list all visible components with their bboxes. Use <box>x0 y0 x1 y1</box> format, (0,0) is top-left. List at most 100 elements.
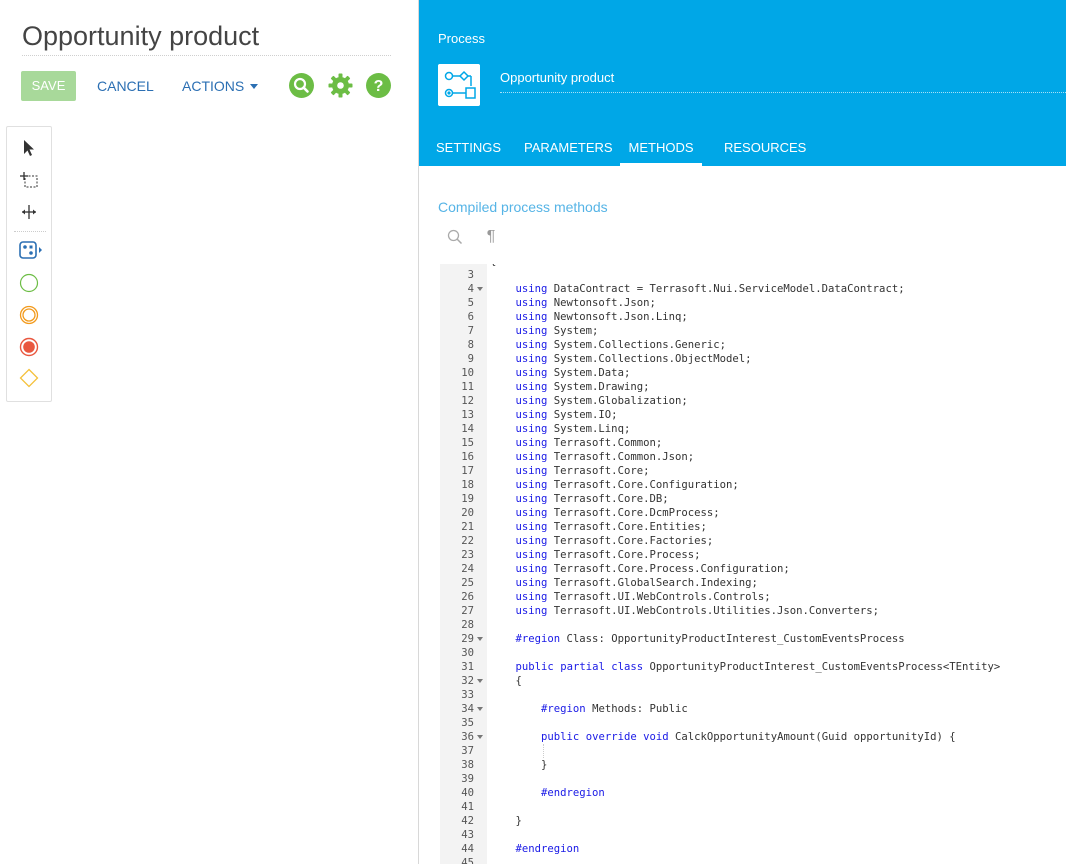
code-text: using Terrasoft.Core.Entities; <box>515 521 707 533</box>
actions-label: ACTIONS <box>182 78 245 94</box>
line-number: 41 <box>461 801 474 813</box>
cancel-button[interactable]: CANCEL <box>97 71 154 101</box>
code-line: 8 using System.Collections.Generic; <box>440 338 1066 352</box>
section-title: Compiled process methods <box>438 199 608 215</box>
search-icon[interactable] <box>289 73 314 98</box>
tab-resources[interactable]: RESOURCES <box>724 131 806 166</box>
line-number: 45 <box>461 857 474 864</box>
code-line: 45 <box>440 856 1066 864</box>
line-number: 35 <box>461 717 474 729</box>
code-text: using Newtonsoft.Json; <box>515 297 656 309</box>
fold-toggle-icon[interactable] <box>477 637 483 641</box>
code-text: using Terrasoft.Core.Process.Configurati… <box>515 563 790 575</box>
code-line: 30 <box>440 646 1066 660</box>
code-text: using Terrasoft.Core.Process; <box>515 549 701 561</box>
line-number: 26 <box>461 591 474 603</box>
process-tabs: SETTINGS PARAMETERS METHODS RESOURCES <box>419 131 1066 166</box>
code-text: using Terrasoft.Core.DcmProcess; <box>515 507 720 519</box>
tab-methods[interactable]: METHODS <box>620 131 702 166</box>
line-number: 30 <box>461 647 474 659</box>
help-icon[interactable]: ? <box>366 73 391 98</box>
line-number: 13 <box>461 409 474 421</box>
code-line: 42 } <box>440 814 1066 828</box>
code-line: 31 public partial class OpportunityProdu… <box>440 660 1066 674</box>
code-text: using Terrasoft.GlobalSearch.Indexing; <box>515 577 758 589</box>
code-text: using System.Globalization; <box>515 395 688 407</box>
code-line: 18 using Terrasoft.Core.Configuration; <box>440 478 1066 492</box>
code-text: using System.Collections.ObjectModel; <box>515 353 752 365</box>
code-line: 6 using Newtonsoft.Json.Linq; <box>440 310 1066 324</box>
code-line: 13 using System.IO; <box>440 408 1066 422</box>
code-text: using System.Linq; <box>515 423 631 435</box>
end-event-icon[interactable] <box>18 336 40 358</box>
fold-toggle-icon[interactable] <box>477 735 483 739</box>
line-number: 11 <box>461 381 474 393</box>
fold-toggle-icon[interactable] <box>477 679 483 683</box>
line-number: 12 <box>461 395 474 407</box>
code-line: 24 using Terrasoft.Core.Process.Configur… <box>440 562 1066 576</box>
code-line: 39 <box>440 772 1066 786</box>
line-number: 40 <box>461 787 474 799</box>
code-editor[interactable]: 2{34 using DataContract = Terrasoft.Nui.… <box>440 264 1066 864</box>
gear-icon[interactable] <box>328 73 353 98</box>
element-picker-icon[interactable] <box>18 239 44 261</box>
lasso-tool-icon[interactable] <box>18 169 40 191</box>
code-line: 22 using Terrasoft.Core.Factories; <box>440 534 1066 548</box>
process-icon <box>438 64 480 106</box>
code-line: 12 using System.Globalization; <box>440 394 1066 408</box>
code-text: #endregion <box>541 787 605 799</box>
svg-text:?: ? <box>374 78 384 95</box>
code-line: 36 public override void CalckOpportunity… <box>440 730 1066 744</box>
line-number: 39 <box>461 773 474 785</box>
paragraph-icon[interactable]: ¶ <box>482 228 500 246</box>
pointer-tool-icon[interactable] <box>18 137 40 159</box>
code-text: } <box>490 815 522 827</box>
code-text: { <box>490 675 522 687</box>
fold-toggle-icon[interactable] <box>477 707 483 711</box>
line-number: 3 <box>467 269 474 281</box>
code-text: using Terrasoft.Core; <box>515 465 650 477</box>
code-text: } <box>490 759 548 771</box>
code-line: 17 using Terrasoft.Core; <box>440 464 1066 478</box>
code-line: 34 #region Methods: Public <box>440 702 1066 716</box>
code-text: using Terrasoft.UI.WebControls.Controls; <box>515 591 771 603</box>
search-icon[interactable] <box>446 228 464 246</box>
start-event-icon[interactable] <box>18 272 40 294</box>
save-button[interactable]: SAVE <box>21 71 76 101</box>
process-name-field[interactable]: Opportunity product <box>500 69 1066 93</box>
designer-pane: Opportunity product SAVE CANCEL ACTIONS <box>0 0 418 864</box>
code-text: using Terrasoft.Core.Configuration; <box>515 479 739 491</box>
code-line: 16 using Terrasoft.Common.Json; <box>440 450 1066 464</box>
code-text: using Terrasoft.Core.Factories; <box>515 535 714 547</box>
tab-parameters[interactable]: PARAMETERS <box>524 131 613 166</box>
code-line: 41 <box>440 800 1066 814</box>
code-line: 25 using Terrasoft.GlobalSearch.Indexing… <box>440 576 1066 590</box>
code-line: 27 using Terrasoft.UI.WebControls.Utilit… <box>440 604 1066 618</box>
line-number: 21 <box>461 521 474 533</box>
code-text: #endregion <box>515 843 580 855</box>
code-text: public partial class OpportunityProductI… <box>515 661 1001 673</box>
intermediate-event-icon[interactable] <box>18 304 40 326</box>
code-line: 3 <box>440 268 1066 282</box>
code-line: 10 using System.Data; <box>440 366 1066 380</box>
move-tool-icon[interactable] <box>18 201 40 223</box>
actions-button[interactable]: ACTIONS <box>182 71 259 101</box>
gateway-icon[interactable] <box>18 367 40 389</box>
line-number: 44 <box>461 843 474 855</box>
line-number: 33 <box>461 689 474 701</box>
line-number: 14 <box>461 423 474 435</box>
fold-toggle-icon[interactable] <box>477 287 483 291</box>
line-number: 24 <box>461 563 474 575</box>
code-line: 38 } <box>440 758 1066 772</box>
designer-toolbar: SAVE CANCEL ACTIONS ? <box>21 71 401 101</box>
code-line: 35 <box>440 716 1066 730</box>
page-title[interactable]: Opportunity product <box>22 20 391 56</box>
line-number: 15 <box>461 437 474 449</box>
tab-settings[interactable]: SETTINGS <box>436 131 501 166</box>
code-lines: 2{34 using DataContract = Terrasoft.Nui.… <box>440 264 1066 864</box>
process-properties-pane: Process Opportunity product SETTINGS PAR… <box>418 0 1066 864</box>
code-text: using System.Data; <box>515 367 631 379</box>
line-number: 32 <box>461 675 474 687</box>
code-line: 4 using DataContract = Terrasoft.Nui.Ser… <box>440 282 1066 296</box>
code-line: 26 using Terrasoft.UI.WebControls.Contro… <box>440 590 1066 604</box>
